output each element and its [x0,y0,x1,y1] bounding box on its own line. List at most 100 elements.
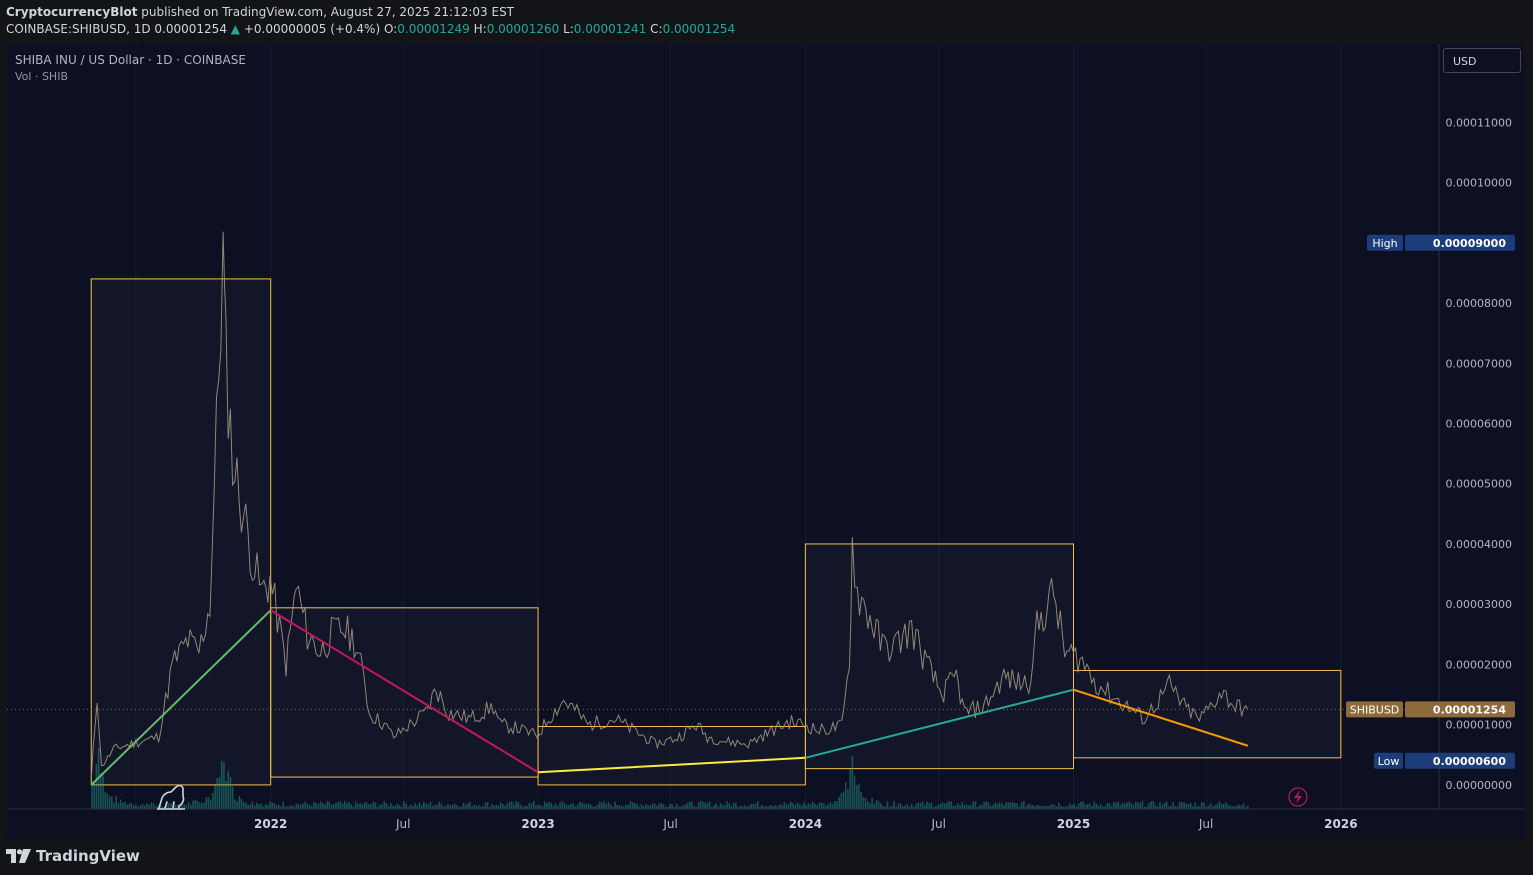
volume-bar [216,777,219,809]
volume-bar [669,804,671,809]
volume-bar [348,802,350,809]
volume-bar [748,805,750,809]
up-arrow-icon: ▲ [230,22,241,36]
volume-bar [644,804,647,809]
volume-bar [1124,803,1126,809]
volume-bar [590,804,592,809]
volume-bar [187,802,190,809]
volume-bar [234,799,236,809]
y-tick-label: 0.00005000 [1446,478,1512,491]
volume-bar [1038,805,1040,809]
chart-area[interactable]: 0.00011000 0.00010000 0.00008000 0.00007000… [7,44,1525,839]
volume-bar [965,804,968,809]
volume-bar [952,805,955,809]
volume-bar [864,797,867,809]
volume-bar [805,805,808,809]
volume-bar [1172,802,1174,809]
volume-bar [1117,801,1120,809]
last-price: 0.00001254 [154,22,227,36]
volume-bar [253,805,256,809]
volume-bar [561,801,564,809]
volume-bar [1238,804,1240,809]
volume-bar [1022,801,1025,809]
volume-bar [306,803,309,809]
volume-bar [783,802,786,809]
volume-bar [875,800,878,809]
volume-bar [792,802,794,809]
volume-bar [537,804,539,809]
volume-bar [614,801,616,809]
volume-bar [1200,802,1203,809]
volume-bar [627,804,630,809]
volume-bar [603,801,605,809]
volume-bar [708,801,711,809]
volume-bar [317,804,320,809]
volume-bar [506,803,509,809]
volume-bar [328,801,331,809]
volume-bar [816,805,818,809]
y-tick-label: 0.00007000 [1446,357,1512,370]
volume-bar [770,805,772,809]
volume-bar [893,800,895,809]
volume-bar [1150,801,1153,809]
volume-bar [1051,804,1054,809]
volume-bar [429,802,432,809]
volume-bar [919,802,922,809]
chart-svg[interactable]: 0.00011000 0.00010000 0.00008000 0.00007000… [7,44,1525,839]
volume-bar [937,805,939,809]
volume-bar [1242,803,1245,809]
close-value: 0.00001254 [662,22,736,36]
volume-bar [959,805,961,809]
volume-bar [124,801,126,809]
volume-bar [651,803,654,809]
volume-bar [1247,805,1249,809]
y-tick-label: 0.00006000 [1446,417,1512,430]
volume-bar [1014,802,1016,809]
volume-bar [1132,804,1135,809]
volume-bar [519,804,522,809]
volume-bar [1000,803,1003,809]
volume-bar [579,802,581,809]
volume-bar [414,803,416,809]
volume-bar [354,801,357,809]
volume-bar [152,803,155,809]
volume-bar [229,776,232,809]
volume-bar [1049,805,1051,809]
volume-bar [111,796,113,809]
volume-bar [548,802,550,809]
volume-bar [721,804,724,809]
volume-bar [381,804,383,809]
volume-bar [943,803,946,809]
volume-bar [319,801,322,809]
publish-info: CryptocurrencyBlot published on TradingV… [6,5,514,19]
volume-bar [691,801,693,809]
volume-bar [1240,805,1243,809]
volume-bar [858,783,860,809]
volume-bar [398,805,401,809]
x-tick-label: 2026 [1324,817,1357,831]
volume-bar [658,803,660,809]
volume-bar [726,801,728,809]
currency-button[interactable]: USD [1443,48,1521,73]
tradingview-footer[interactable]: TradingView [6,847,140,865]
volume-bar [829,802,832,809]
volume-bar [126,804,128,809]
volume-bar [970,805,972,809]
volume-bar [662,804,665,809]
volume-bar [504,805,506,809]
volume-bar [1031,804,1034,809]
open-label: O: [383,22,398,36]
volume-bar [148,804,150,809]
x-tick-label: 2025 [1057,817,1090,831]
volume-bar [423,801,425,809]
volume-bar [798,804,801,809]
volume-bar [236,801,238,809]
volume-bar [915,803,917,809]
volume-bar [568,804,570,809]
volume-bar [258,804,260,809]
volume-bar [877,801,880,809]
author-name[interactable]: CryptocurrencyBlot [6,5,137,19]
volume-bar [640,804,643,809]
volume-bar [1069,803,1071,809]
volume-bar [1099,804,1102,809]
